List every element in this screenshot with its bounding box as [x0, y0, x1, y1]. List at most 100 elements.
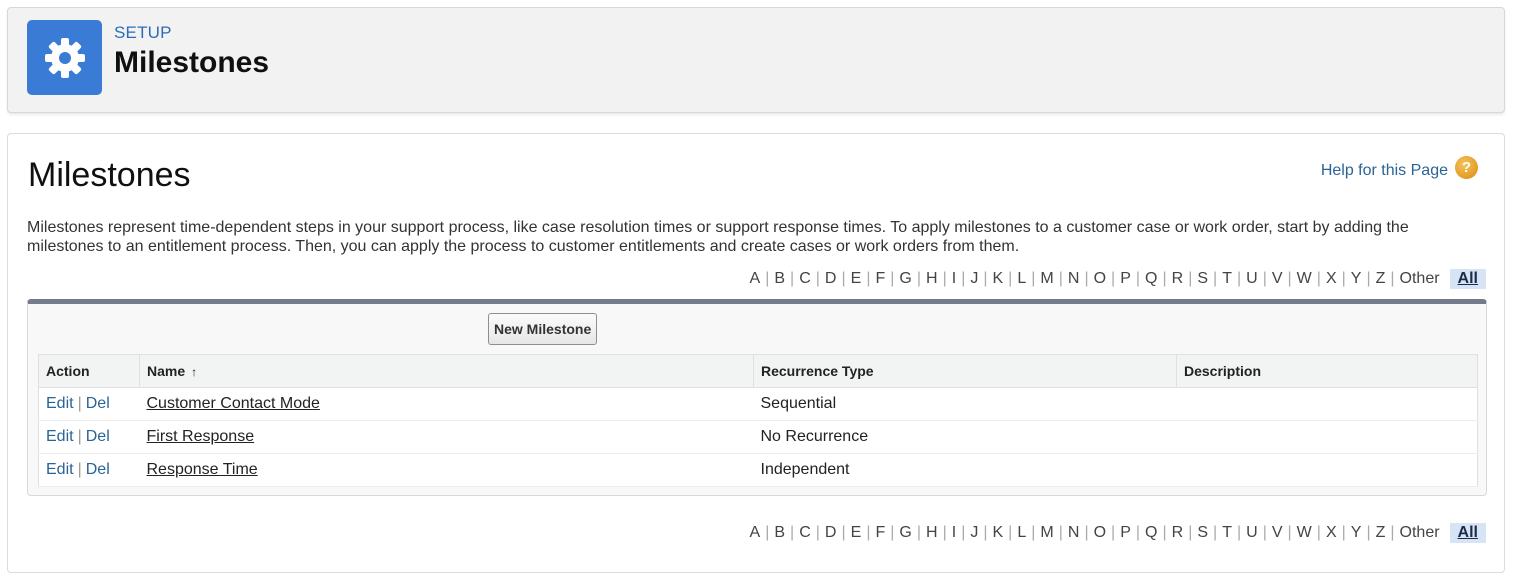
alpha-filter-i[interactable]: I: [950, 270, 958, 288]
alpha-filter-v[interactable]: V: [1270, 524, 1285, 542]
alpha-filter-y[interactable]: Y: [1349, 524, 1364, 542]
alpha-filter-j[interactable]: J: [968, 270, 980, 288]
alpha-filter-e[interactable]: E: [849, 270, 864, 288]
alphabet-filter-top: A | B | C | D | E | F | G | H | I | J | K | L | M | N | O | P | Q | R | S | T |…: [748, 269, 1486, 289]
alpha-filter-z[interactable]: Z: [1374, 270, 1388, 288]
alpha-filter-s[interactable]: S: [1195, 524, 1210, 542]
milestone-name-link[interactable]: Customer Contact Mode: [147, 395, 320, 412]
delete-link[interactable]: Del: [86, 428, 110, 445]
alpha-filter-n[interactable]: N: [1066, 524, 1082, 542]
alpha-filter-d[interactable]: D: [823, 524, 839, 542]
alpha-filter-i[interactable]: I: [950, 524, 958, 542]
help-icon[interactable]: ?: [1455, 156, 1478, 179]
alpha-filter-a[interactable]: A: [748, 524, 763, 542]
alpha-filter-c[interactable]: C: [797, 270, 813, 288]
alpha-separator: |: [890, 524, 895, 541]
alpha-separator: |: [1058, 270, 1063, 287]
alpha-separator: |: [1008, 270, 1013, 287]
alpha-separator: |: [1287, 524, 1292, 541]
alpha-filter-p[interactable]: P: [1118, 524, 1133, 542]
alpha-separator: |: [1135, 524, 1141, 541]
edit-link[interactable]: Edit: [46, 428, 74, 445]
alpha-separator: |: [815, 270, 820, 287]
alpha-filter-g[interactable]: G: [897, 270, 913, 288]
alpha-filter-x[interactable]: X: [1324, 524, 1339, 542]
alpha-filter-f[interactable]: F: [873, 270, 887, 288]
alpha-filter-a[interactable]: A: [748, 270, 763, 288]
alpha-filter-u[interactable]: U: [1244, 524, 1260, 542]
alpha-filter-p[interactable]: P: [1118, 270, 1133, 288]
alpha-filter-h[interactable]: H: [924, 524, 940, 542]
alpha-filter-r[interactable]: R: [1170, 524, 1186, 542]
help-link[interactable]: Help for this Page: [1321, 162, 1448, 180]
table-row: Edit | Del Customer Contact Mode Sequential: [38, 387, 1478, 421]
col-recurrence-type[interactable]: Recurrence Type: [753, 354, 1177, 388]
alpha-separator: |: [866, 524, 871, 541]
alpha-filter-q[interactable]: Q: [1143, 524, 1159, 542]
alpha-filter-t[interactable]: T: [1220, 524, 1234, 542]
alpha-filter-q[interactable]: Q: [1143, 270, 1159, 288]
alpha-filter-k[interactable]: K: [991, 270, 1006, 288]
alpha-filter-g[interactable]: G: [897, 524, 913, 542]
table-row: Edit | Del Response Time Independent: [38, 453, 1478, 487]
alpha-filter-j[interactable]: J: [968, 524, 980, 542]
page-title: Milestones: [28, 156, 191, 194]
alpha-filter-other[interactable]: Other: [1398, 524, 1442, 542]
alpha-filter-all[interactable]: All: [1449, 269, 1486, 289]
alpha-filter-l[interactable]: L: [1015, 524, 1028, 542]
milestones-table: Action Name ↑ Recurrence Type Description…: [38, 354, 1478, 487]
alpha-filter-e[interactable]: E: [849, 524, 864, 542]
alpha-filter-z[interactable]: Z: [1374, 524, 1388, 542]
alpha-filter-w[interactable]: W: [1295, 270, 1314, 288]
alpha-filter-x[interactable]: X: [1324, 270, 1339, 288]
alphabet-filter-bottom: A | B | C | D | E | F | G | H | I | J | K | L | M | N | O | P | Q | R | S | T |…: [748, 523, 1486, 543]
milestone-name-link[interactable]: First Response: [147, 428, 255, 445]
alpha-separator: |: [916, 524, 922, 541]
edit-link[interactable]: Edit: [46, 395, 74, 412]
alpha-filter-h[interactable]: H: [924, 270, 940, 288]
alpha-filter-other[interactable]: Other: [1398, 270, 1442, 288]
alpha-filter-s[interactable]: S: [1195, 270, 1210, 288]
milestone-name-link[interactable]: Response Time: [147, 461, 258, 478]
milestone-name-cell: Response Time: [139, 453, 754, 487]
sort-ascending-icon: ↑: [191, 365, 198, 379]
alpha-filter-t[interactable]: T: [1220, 270, 1234, 288]
alpha-separator: |: [1390, 270, 1395, 287]
new-milestone-button[interactable]: New Milestone: [488, 313, 598, 345]
edit-link[interactable]: Edit: [46, 461, 74, 478]
alpha-filter-y[interactable]: Y: [1349, 270, 1364, 288]
alpha-filter-b[interactable]: B: [772, 270, 787, 288]
alpha-separator: |: [1213, 524, 1218, 541]
alpha-filter-c[interactable]: C: [797, 524, 813, 542]
alpha-separator: |: [1188, 524, 1193, 541]
alpha-filter-w[interactable]: W: [1295, 524, 1314, 542]
col-name[interactable]: Name ↑: [139, 354, 754, 388]
alpha-separator: |: [890, 270, 895, 287]
row-actions: Edit | Del: [38, 453, 140, 487]
table-header-row: Action Name ↑ Recurrence Type Description: [38, 354, 1478, 388]
delete-link[interactable]: Del: [86, 461, 110, 478]
alpha-filter-m[interactable]: M: [1038, 270, 1055, 288]
alpha-filter-all[interactable]: All: [1449, 523, 1486, 543]
alpha-filter-n[interactable]: N: [1066, 270, 1082, 288]
alpha-filter-m[interactable]: M: [1038, 524, 1055, 542]
alpha-filter-b[interactable]: B: [772, 524, 787, 542]
alpha-filter-l[interactable]: L: [1015, 270, 1028, 288]
alpha-filter-d[interactable]: D: [823, 270, 839, 288]
col-name-label: Name: [147, 363, 186, 379]
alpha-separator: |: [1162, 270, 1167, 287]
alpha-filter-k[interactable]: K: [991, 524, 1006, 542]
alpha-filter-o[interactable]: O: [1092, 270, 1108, 288]
table-row: Edit | Del First Response No Recurrence: [38, 420, 1478, 454]
alpha-filter-f[interactable]: F: [873, 524, 887, 542]
action-separator: |: [77, 395, 82, 412]
alpha-separator: |: [916, 270, 922, 287]
delete-link[interactable]: Del: [86, 395, 110, 412]
alpha-filter-u[interactable]: U: [1244, 270, 1260, 288]
col-description[interactable]: Description: [1176, 354, 1478, 388]
main-content: Milestones Help for this Page ? Mileston…: [7, 133, 1505, 573]
alpha-filter-o[interactable]: O: [1092, 524, 1108, 542]
alpha-filter-v[interactable]: V: [1270, 270, 1285, 288]
alpha-filter-r[interactable]: R: [1170, 270, 1186, 288]
action-separator: |: [77, 461, 82, 478]
